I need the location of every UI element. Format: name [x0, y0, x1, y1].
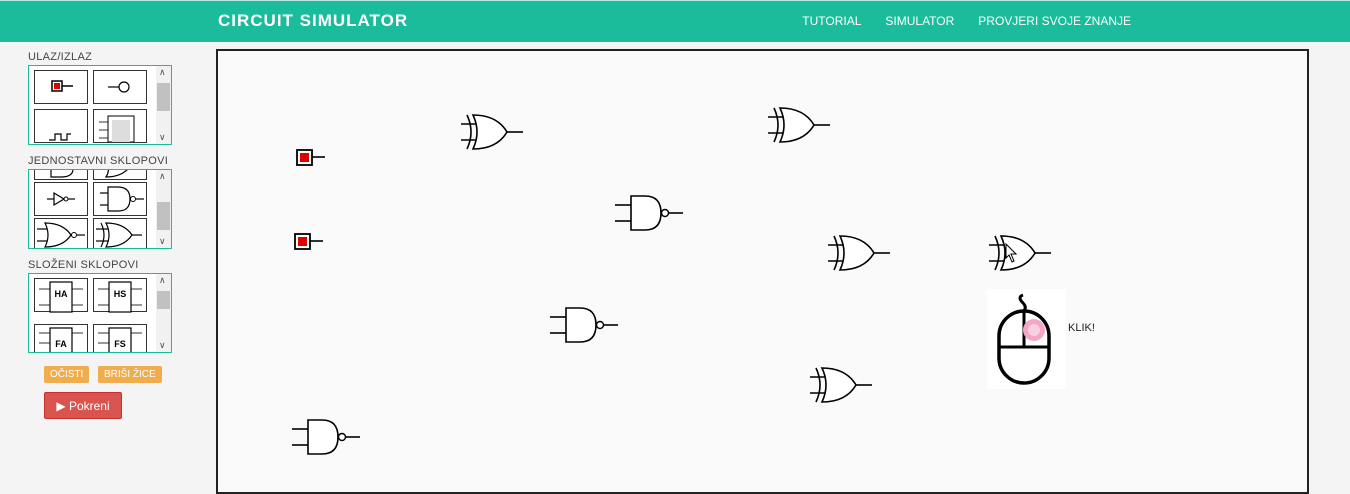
- palette-io: ∧ ∨: [28, 65, 172, 145]
- palette-item-nand[interactable]: [93, 182, 147, 216]
- nav-links: TUTORIAL SIMULATOR PROVJERI SVOJE ZNANJE: [802, 14, 1131, 28]
- palette-item-half-subtractor[interactable]: HS: [93, 278, 147, 313]
- scroll-up-icon[interactable]: ∧: [159, 67, 166, 78]
- mouse-hint: [987, 289, 1066, 389]
- palette-item-nor[interactable]: [34, 218, 88, 248]
- clock-icon: [49, 133, 71, 141]
- component-label: HA: [54, 289, 68, 299]
- palette-item-switch[interactable]: [34, 70, 88, 104]
- output-lamp-icon: [108, 81, 130, 93]
- display-icon: [99, 115, 135, 143]
- section-title-io: ULAZ/IZLAZ: [28, 51, 93, 63]
- palette-io-scrollbar[interactable]: ∧ ∨: [156, 66, 171, 144]
- switch-icon: [51, 80, 73, 92]
- palette-item-gate-hidden-1[interactable]: [34, 170, 88, 180]
- component-label: HS: [113, 289, 127, 299]
- mouse-icon: [997, 293, 1051, 385]
- not-gate-icon: [47, 191, 75, 207]
- palette-item-xor[interactable]: [93, 218, 147, 248]
- palette-item-half-adder[interactable]: HA: [34, 278, 88, 313]
- scroll-down-icon[interactable]: ∨: [159, 340, 166, 351]
- palette-item-display[interactable]: [93, 109, 147, 143]
- scroll-down-icon[interactable]: ∨: [159, 132, 166, 143]
- nav-quiz[interactable]: PROVJERI SVOJE ZNANJE: [978, 14, 1131, 28]
- nav-tutorial[interactable]: TUTORIAL: [802, 14, 861, 28]
- section-title-complex: SLOŽENI SKLOPOVI: [28, 259, 139, 271]
- palette-simple-gates: ∧ ∨: [28, 169, 172, 249]
- delete-wires-button[interactable]: BRIŠI ŽICE: [98, 366, 162, 383]
- component-label: FA: [55, 339, 67, 349]
- palette-item-full-adder[interactable]: FA: [34, 324, 88, 352]
- circuit-canvas[interactable]: [216, 49, 1309, 494]
- palette-item-not[interactable]: [34, 182, 88, 216]
- play-icon: ▶: [56, 399, 66, 413]
- palette-item-gate-hidden-2[interactable]: [93, 170, 147, 180]
- run-button[interactable]: ▶ Pokreni: [44, 392, 122, 419]
- palette-item-full-subtractor[interactable]: FS: [93, 324, 147, 352]
- xor-gate-icon: [96, 222, 142, 248]
- run-label: Pokreni: [68, 399, 110, 413]
- scroll-up-icon[interactable]: ∧: [159, 171, 166, 182]
- app-title[interactable]: CIRCUIT SIMULATOR: [218, 11, 408, 31]
- click-hint-label: KLIK!: [1068, 322, 1095, 334]
- palette-item-clock[interactable]: [34, 109, 88, 143]
- scroll-down-icon[interactable]: ∨: [159, 236, 166, 247]
- top-navbar: CIRCUIT SIMULATOR TUTORIAL SIMULATOR PRO…: [0, 0, 1350, 42]
- palette-complex: HA HS FA FS ∧ ∨: [28, 273, 172, 353]
- nav-simulator[interactable]: SIMULATOR: [885, 14, 954, 28]
- palette-item-lamp[interactable]: [93, 70, 147, 104]
- nand-gate-icon: [100, 186, 144, 212]
- clear-button[interactable]: OČISTI: [44, 366, 90, 383]
- gate-icon: [50, 170, 74, 178]
- gate-icon: [104, 170, 128, 178]
- section-title-simple: JEDNOSTAVNI SKLOPOVI: [28, 155, 169, 167]
- scroll-thumb[interactable]: [157, 202, 170, 230]
- scroll-thumb[interactable]: [157, 83, 170, 111]
- palette-simple-scrollbar[interactable]: ∧ ∨: [156, 170, 171, 248]
- nor-gate-icon: [37, 222, 85, 248]
- component-label: FS: [114, 339, 126, 349]
- scroll-up-icon[interactable]: ∧: [159, 275, 166, 286]
- palette-complex-scrollbar[interactable]: ∧ ∨: [156, 274, 171, 352]
- scroll-thumb[interactable]: [157, 291, 170, 309]
